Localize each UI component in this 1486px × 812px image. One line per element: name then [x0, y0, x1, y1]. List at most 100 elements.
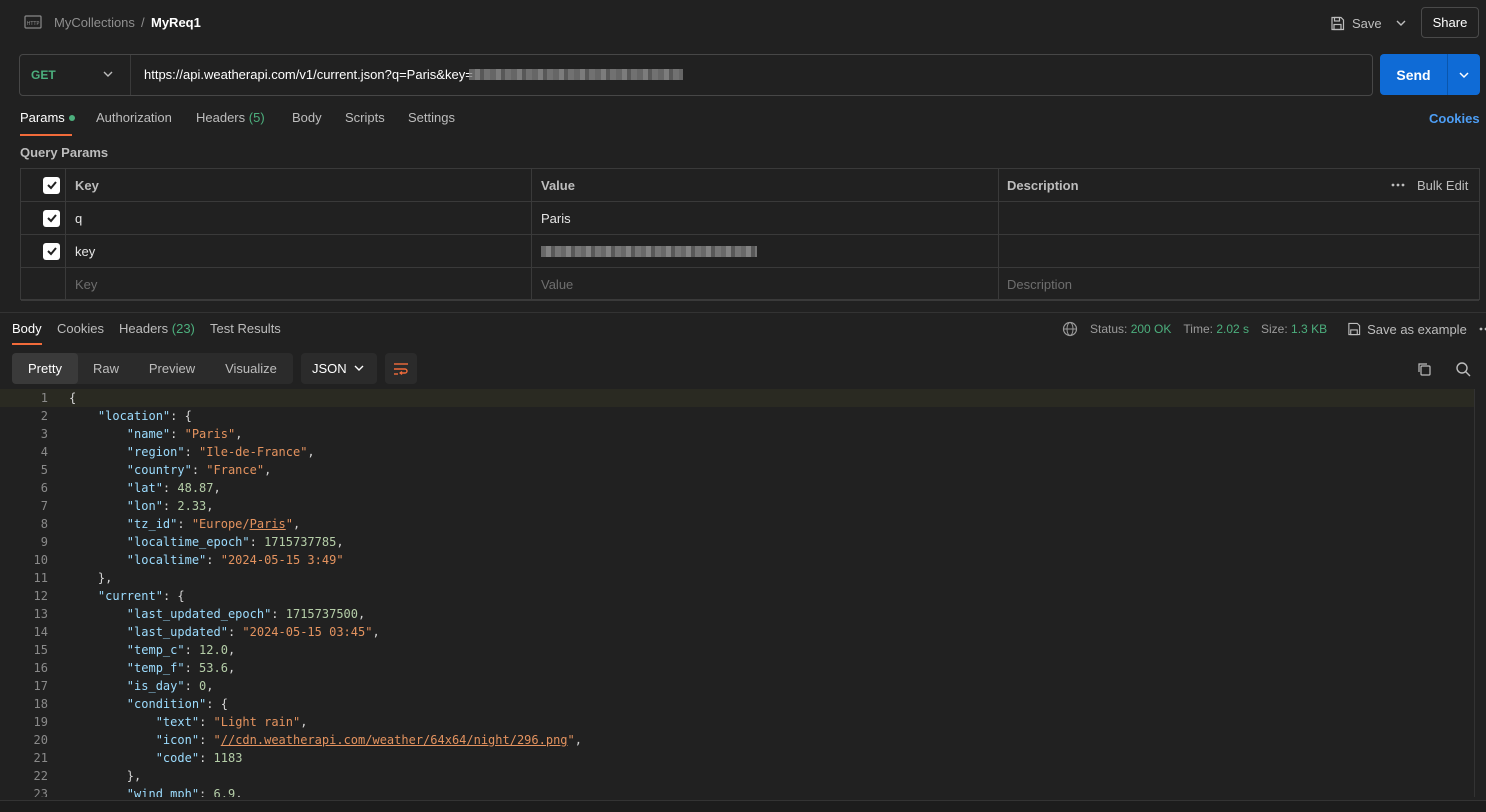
column-header-description: Description — [1007, 177, 1079, 193]
tab-response-cookies[interactable]: Cookies — [57, 321, 104, 336]
format-pretty[interactable]: Pretty — [12, 353, 78, 384]
param-key[interactable]: q — [75, 202, 82, 234]
param-value[interactable]: Paris — [541, 202, 571, 234]
editor-scrollbar[interactable] — [1474, 389, 1486, 797]
search-icon[interactable] — [1455, 361, 1471, 377]
response-body-editor[interactable]: 1{2 "location": {3 "name": "Paris", 4 "re… — [0, 389, 1474, 797]
code-line: 1{ — [0, 389, 1474, 407]
tab-test-results[interactable]: Test Results — [210, 321, 281, 336]
share-button[interactable]: Share — [1421, 7, 1479, 38]
check-icon — [46, 247, 57, 256]
chevron-down-icon — [354, 365, 364, 371]
select-all-checkbox[interactable] — [43, 169, 60, 201]
copy-icon[interactable] — [1416, 361, 1432, 377]
code-line: 15 "temp_c": 12.0, — [0, 641, 1474, 659]
time-label: Time: — [1183, 322, 1213, 336]
code-text: "name": "Paris", — [126, 427, 243, 441]
new-value-input[interactable]: Value — [541, 268, 573, 300]
new-description-input[interactable]: Description — [1007, 268, 1072, 300]
send-button[interactable]: Send — [1380, 54, 1480, 95]
format-raw[interactable]: Raw — [78, 353, 134, 384]
tab-headers[interactable]: Headers (5) — [196, 110, 265, 125]
code-line: 13 "last_updated_epoch": 1715737500, — [0, 605, 1474, 623]
breadcrumb-collection[interactable]: MyCollections — [54, 15, 135, 30]
line-number: 8 — [40, 517, 48, 531]
method-label: GET — [31, 68, 56, 82]
new-key-input[interactable]: Key — [75, 268, 97, 300]
status-value[interactable]: 200 OK — [1131, 322, 1172, 336]
breadcrumb-separator: / — [141, 15, 145, 30]
globe-icon[interactable] — [1062, 321, 1078, 337]
row-checkbox[interactable] — [43, 235, 60, 267]
tab-response-headers-count: (23) — [171, 321, 195, 336]
line-number: 12 — [33, 589, 48, 603]
method-select[interactable]: GET — [20, 55, 131, 95]
code-text: "condition": { — [126, 697, 228, 711]
checkbox-column-divider — [65, 169, 66, 299]
format-toggle-group: Pretty Raw Preview Visualize — [12, 353, 293, 384]
code-text: "is_day": 0, — [126, 679, 214, 693]
code-text: "icon": "//cdn.weatherapi.com/weather/64… — [155, 733, 582, 747]
param-value-redacted[interactable] — [541, 235, 757, 267]
line-number: 14 — [33, 625, 48, 639]
tab-response-headers-label: Headers — [119, 321, 169, 336]
cookies-link[interactable]: Cookies — [1429, 111, 1480, 126]
table-header-row: Key Value Description Bulk Edit — [21, 169, 1479, 202]
line-number: 6 — [40, 481, 48, 495]
url-input[interactable]: https://api.weatherapi.com/v1/current.js… — [144, 67, 473, 82]
format-preview[interactable]: Preview — [134, 353, 210, 384]
active-tab-indicator — [12, 343, 42, 345]
param-key[interactable]: key — [75, 235, 95, 267]
tab-settings[interactable]: Settings — [408, 110, 455, 125]
tab-response-body[interactable]: Body — [12, 321, 42, 336]
code-line: 9 "localtime_epoch": 1715737785, — [0, 533, 1474, 551]
size-value[interactable]: 1.3 KB — [1291, 322, 1327, 336]
column-header-key: Key — [75, 177, 99, 193]
breadcrumb-request-name[interactable]: MyReq1 — [151, 15, 201, 30]
save-options-button[interactable] — [1392, 14, 1410, 32]
code-line: 16 "temp_f": 53.6, — [0, 659, 1474, 677]
time-value[interactable]: 2.02 s — [1216, 322, 1249, 336]
send-options-button[interactable] — [1448, 54, 1480, 95]
line-number: 19 — [33, 715, 48, 729]
code-line: 23 "wind_mph": 6.9, — [0, 785, 1474, 797]
code-line: 19 "text": "Light rain", — [0, 713, 1474, 731]
tab-scripts[interactable]: Scripts — [345, 110, 385, 125]
status-bar — [0, 800, 1486, 812]
code-line: 6 "lat": 48.87, — [0, 479, 1474, 497]
pane-divider[interactable] — [0, 312, 1486, 313]
save-button[interactable]: Save — [1330, 10, 1382, 36]
code-line: 21 "code": 1183 — [0, 749, 1474, 767]
more-options-icon[interactable] — [1391, 169, 1405, 201]
code-line: 20 "icon": "//cdn.weatherapi.com/weather… — [0, 731, 1474, 749]
format-visualize[interactable]: Visualize — [210, 353, 292, 384]
tab-authorization[interactable]: Authorization — [96, 110, 172, 125]
code-text: "temp_c": 12.0, — [126, 643, 236, 657]
send-label: Send — [1396, 66, 1431, 83]
wrap-lines-button[interactable] — [385, 353, 417, 384]
code-text: "wind_mph": 6.9, — [126, 787, 243, 797]
redacted-api-key — [469, 69, 683, 80]
line-number: 13 — [33, 607, 48, 621]
line-number: 16 — [33, 661, 48, 675]
tab-headers-label: Headers — [196, 110, 246, 125]
http-request-icon: HTTP — [24, 15, 42, 29]
row-checkbox[interactable] — [43, 202, 60, 234]
tab-body[interactable]: Body — [292, 110, 322, 125]
code-line: 2 "location": { — [0, 407, 1474, 425]
code-text: "text": "Light rain", — [155, 715, 308, 729]
code-text: "localtime_epoch": 1715737785, — [126, 535, 344, 549]
language-select[interactable]: JSON — [301, 353, 377, 384]
tab-params[interactable]: Params — [20, 110, 75, 125]
chevron-down-icon — [103, 71, 113, 77]
bulk-edit-button[interactable]: Bulk Edit — [1417, 169, 1468, 201]
code-text: "code": 1183 — [155, 751, 243, 765]
save-as-example-button[interactable]: Save as example — [1347, 322, 1467, 337]
active-tab-indicator — [20, 134, 72, 136]
line-number: 10 — [33, 553, 48, 567]
code-text: }, — [126, 769, 142, 783]
tab-response-headers[interactable]: Headers (23) — [119, 321, 195, 336]
more-options-icon[interactable] — [1479, 327, 1486, 331]
code-line: 12 "current": { — [0, 587, 1474, 605]
line-number: 1 — [40, 391, 48, 405]
